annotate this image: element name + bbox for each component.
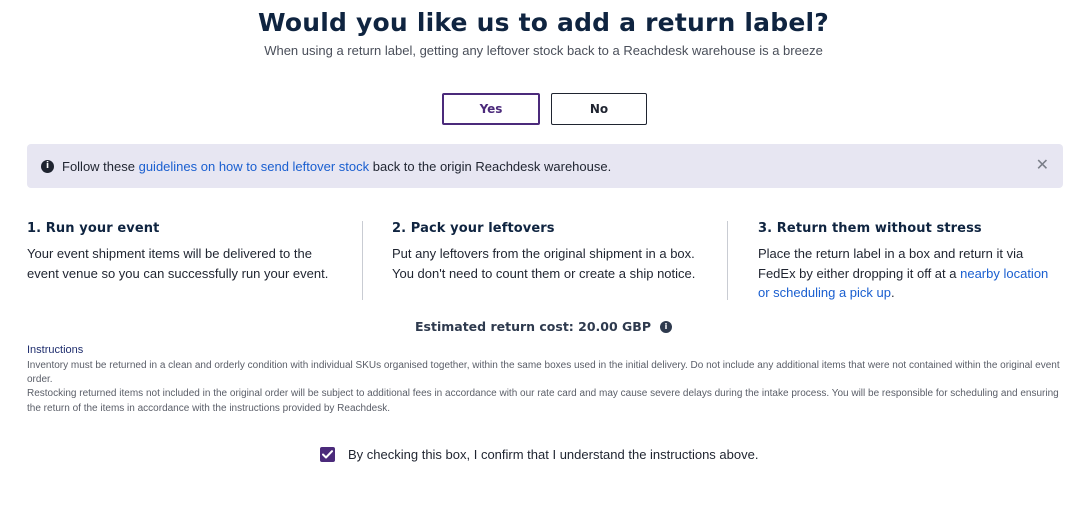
confirm-label: By checking this box, I confirm that I u… — [348, 447, 759, 462]
instructions-title: Instructions — [27, 344, 84, 356]
step-title: 2. Pack your leftovers — [392, 221, 555, 236]
guidelines-banner: i Follow these guidelines on how to send… — [27, 144, 1063, 188]
no-button[interactable]: No — [551, 93, 647, 125]
confirm-checkbox[interactable] — [320, 447, 335, 462]
step-text-suffix: . — [890, 285, 895, 300]
info-icon: i — [41, 159, 54, 173]
confirm-row: By checking this box, I confirm that I u… — [320, 447, 758, 462]
estimated-return-cost: Estimated return cost: 20.00 GBP i — [0, 319, 1087, 334]
instructions-paragraph: Restocking returned items not included i… — [27, 388, 1059, 414]
close-icon[interactable]: ✕ — [1036, 156, 1049, 174]
step-text: Your event shipment items will be delive… — [27, 246, 329, 281]
banner-text-prefix: Follow these — [62, 158, 139, 174]
guidelines-link[interactable]: guidelines on how to send leftover stock — [139, 159, 370, 174]
banner-text-suffix: back to the origin Reachdesk warehouse. — [369, 158, 612, 174]
step-run-event: 1. Run your event Your event shipment it… — [27, 221, 347, 283]
step-title: 1. Run your event — [27, 221, 160, 236]
cost-label: Estimated return cost: 20.00 GBP — [415, 319, 651, 334]
step-text: Place the return label in a box and retu… — [758, 244, 1063, 303]
step-return-items: 3. Return them without stress Place the … — [758, 221, 1063, 303]
info-icon[interactable]: i — [660, 320, 672, 333]
banner-text: Follow these guidelines on how to send l… — [62, 159, 611, 174]
step-title: 3. Return them without stress — [758, 221, 982, 236]
yes-button[interactable]: Yes — [442, 93, 540, 125]
step-divider — [727, 221, 728, 300]
step-text: Put any leftovers from the original ship… — [392, 246, 696, 281]
step-pack-leftovers: 2. Pack your leftovers Put any leftovers… — [392, 221, 702, 283]
instructions-text: Inventory must be returned in a clean an… — [27, 359, 1067, 416]
page-title: Would you like us to add a return label? — [258, 8, 829, 37]
check-icon — [322, 450, 333, 459]
page-subtitle: When using a return label, getting any l… — [264, 43, 823, 58]
instructions-paragraph: Inventory must be returned in a clean an… — [27, 360, 1060, 386]
step-divider — [362, 221, 363, 300]
return-label-page: Would you like us to add a return label?… — [0, 0, 1087, 512]
